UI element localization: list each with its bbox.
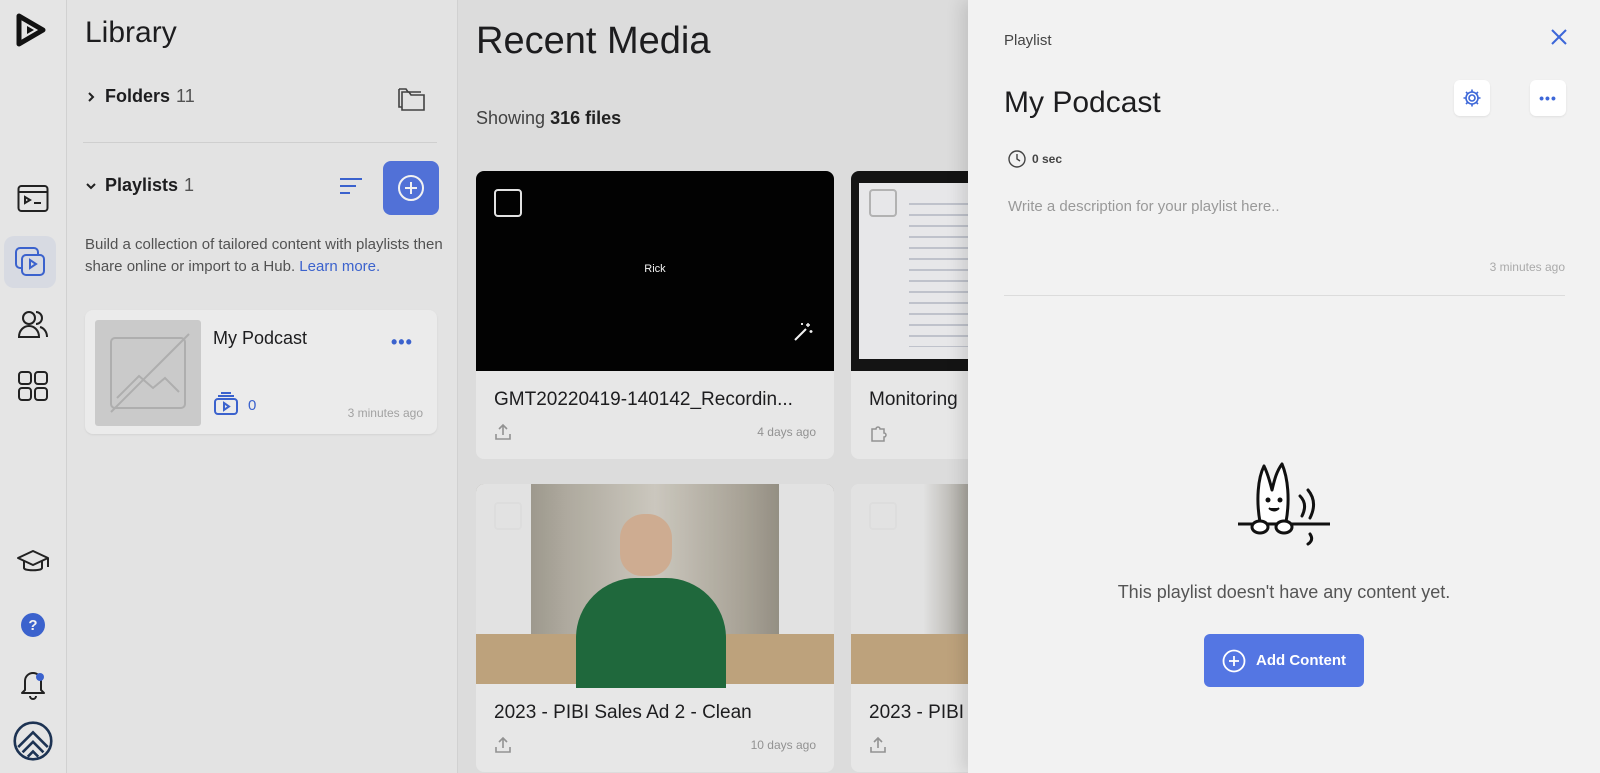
learn-more-link[interactable]: Learn more.	[299, 258, 380, 275]
playlist-more-options-icon[interactable]: •••	[391, 332, 413, 353]
library-title: Library	[85, 16, 177, 49]
close-icon[interactable]	[1550, 28, 1568, 46]
academy-graduation-icon[interactable]	[13, 543, 53, 583]
playlists-label: Playlists	[105, 175, 179, 195]
help-icon[interactable]: ?	[13, 605, 53, 645]
upload-icon	[870, 736, 886, 753]
playlists-count: 1	[184, 175, 195, 195]
select-checkbox[interactable]	[494, 502, 522, 530]
sort-icon[interactable]	[339, 176, 363, 196]
folders-section-toggle[interactable]: Folders 11	[85, 86, 437, 107]
library-nav-icon[interactable]	[4, 236, 56, 288]
playlist-items-icon	[214, 392, 238, 415]
playlist-duration: 0 sec	[1008, 150, 1062, 168]
playlist-title[interactable]: My Podcast	[1004, 86, 1161, 120]
playlists-description: Build a collection of tailored content w…	[85, 236, 443, 275]
upload-icon	[495, 736, 511, 753]
folders-label: Folders	[105, 86, 171, 106]
media-time: 4 days ago	[757, 425, 816, 439]
chevron-right-icon	[88, 91, 95, 102]
more-options-button[interactable]: •••	[1530, 80, 1566, 116]
nav-rail: ?	[0, 0, 67, 773]
notifications-bell-icon[interactable]	[13, 664, 53, 704]
select-checkbox[interactable]	[869, 189, 897, 217]
playlist-card[interactable]: My Podcast ••• 0 3 minutes ago	[85, 310, 437, 434]
playlist-detail-panel: Playlist My Podcast ••• 0 sec Write a de…	[968, 0, 1600, 773]
image-placeholder-icon	[110, 333, 190, 413]
media-card[interactable]: Rick GMT20220419-140142_Recordin... 4 da…	[476, 171, 834, 459]
media-card[interactable]: 2023 - PIBI	[851, 484, 968, 772]
gear-icon	[1463, 89, 1481, 107]
playlist-updated-time: 3 minutes ago	[1489, 260, 1565, 274]
breadcrumb: Playlist	[1004, 32, 1052, 49]
clock-icon	[1008, 150, 1026, 168]
panel-divider	[1004, 295, 1565, 296]
media-thumbnail	[476, 484, 834, 688]
account-avatar-icon[interactable]	[13, 721, 53, 761]
upload-icon	[495, 423, 511, 440]
chevron-down-icon	[86, 182, 96, 189]
more-dots-icon: •••	[1539, 90, 1557, 106]
media-title: 2023 - PIBI Sales Ad 2 - Clean	[494, 702, 752, 723]
file-count: Showing 316 files	[476, 108, 622, 128]
playlist-item-count: 0	[248, 397, 257, 414]
app-logo-icon[interactable]	[13, 12, 49, 48]
playlist-card-name: My Podcast	[213, 328, 308, 348]
media-title: GMT20220419-140142_Recordin...	[494, 389, 793, 410]
media-thumbnail: Rick	[476, 171, 834, 371]
apps-grid-icon[interactable]	[13, 366, 53, 406]
select-checkbox[interactable]	[494, 189, 522, 217]
thumbnail-caption: Rick	[644, 263, 666, 275]
users-icon[interactable]	[13, 304, 53, 344]
add-content-button[interactable]: Add Content	[1204, 634, 1364, 687]
media-title: Monitoring	[869, 389, 958, 410]
playlist-thumbnail	[95, 320, 201, 426]
library-panel: Library Folders 11 Playlists 1 Build a c…	[67, 0, 458, 773]
plus-circle-icon	[398, 175, 424, 201]
media-card[interactable]: Monitoring	[851, 171, 968, 459]
empty-state-mascot-icon	[1238, 462, 1330, 546]
recent-media-area: Recent Media Showing 316 files Rick GMT2…	[458, 0, 968, 773]
settings-button[interactable]	[1454, 80, 1490, 116]
select-checkbox[interactable]	[869, 502, 897, 530]
puzzle-piece-icon	[871, 426, 887, 442]
section-divider	[83, 142, 437, 143]
media-title: 2023 - PIBI	[869, 702, 965, 723]
svg-text:?: ?	[28, 617, 37, 634]
folder-icon[interactable]	[397, 86, 427, 112]
magic-wand-icon[interactable]	[792, 321, 814, 343]
playlist-card-time: 3 minutes ago	[347, 406, 423, 420]
folders-count: 11	[176, 86, 195, 106]
empty-state-message: This playlist doesn't have any content y…	[1117, 582, 1451, 602]
add-playlist-button[interactable]	[383, 161, 439, 215]
page-title: Recent Media	[476, 20, 711, 62]
media-card[interactable]: 2023 - PIBI Sales Ad 2 - Clean 10 days a…	[476, 484, 834, 772]
media-time: 10 days ago	[750, 738, 816, 752]
description-input[interactable]: Write a description for your playlist he…	[1008, 198, 1280, 215]
create-video-icon[interactable]	[13, 179, 53, 219]
plus-circle-icon	[1222, 649, 1246, 672]
